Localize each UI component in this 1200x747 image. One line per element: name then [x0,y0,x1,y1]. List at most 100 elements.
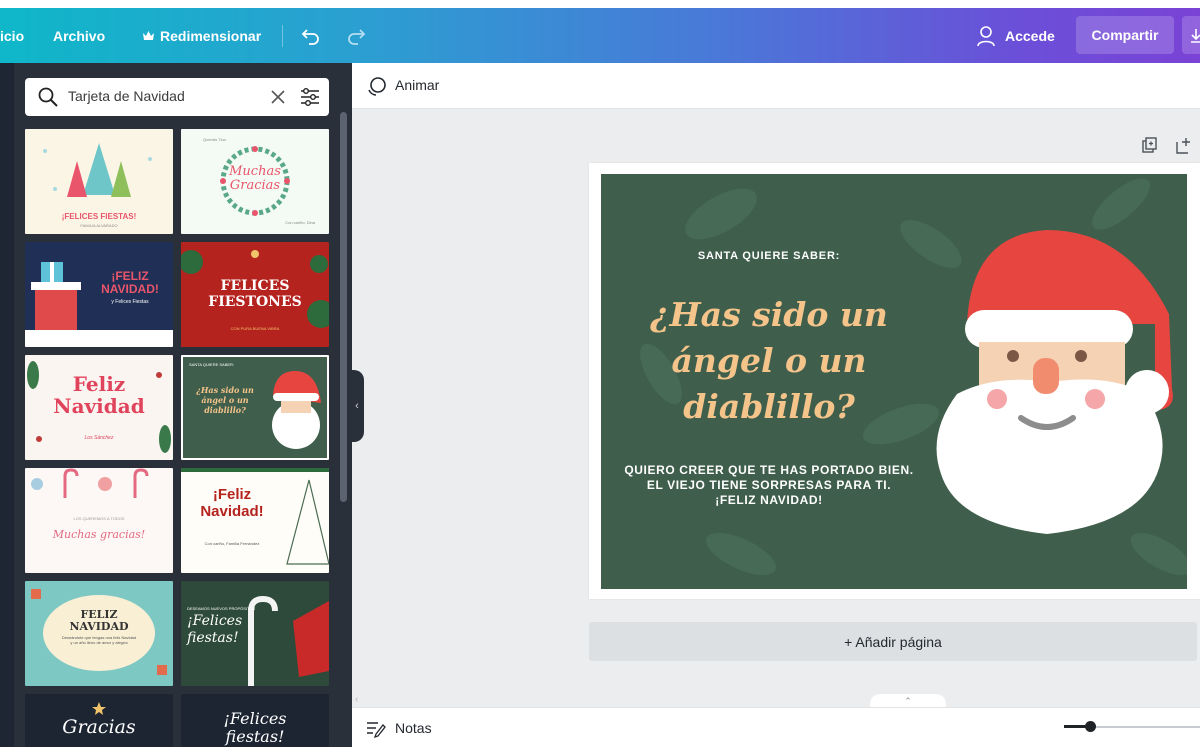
template-title: ¡Felices fiestas! [181,710,329,746]
template-bottom: Con cariño, Dina [285,220,315,225]
undo-icon [301,28,319,45]
resize-button[interactable]: Redimensionar [142,8,261,63]
card-body-line: ¡FELIZ NAVIDAD! [715,493,823,507]
card-title-line: ¿Has sido un [650,295,888,334]
animate-icon [368,77,386,96]
template-card[interactable]: ¡Felices fiestas! [181,694,329,747]
share-button[interactable]: Compartir [1076,16,1174,54]
template-title: ¡Feliz Navidad! [187,486,277,520]
template-card[interactable]: DESEAMOS NUEVOS PROPÓSITOS ¡Felices fies… [181,581,329,686]
zoom-slider-handle[interactable] [1085,721,1096,732]
signin-label: Accede [1005,27,1055,44]
redo-icon [348,28,366,45]
divider [282,25,283,47]
animate-label: Animar [395,77,440,93]
home-button[interactable]: icio [0,8,24,63]
template-title: Muchas Gracias [181,165,329,193]
filter-icon[interactable] [300,87,320,107]
card-title[interactable]: ¿Has sido un ángel o un diablillo? [601,292,937,430]
template-title-line: fiestas! [225,727,285,746]
redo-button[interactable] [345,8,367,63]
template-top: DESEAMOS NUEVOS PROPÓSITOS [187,606,256,611]
template-title-line: ¡Feliz [212,486,252,503]
template-title: Muchas gracias! [52,528,146,541]
notes-icon [367,722,386,738]
horizontal-scroll-left[interactable]: ‹ [355,694,358,705]
top-bar: icio Archivo Redimensionar Accede Compar… [0,8,1200,63]
template-title-line: FELICES [220,278,290,294]
template-subtitle: Los Sánchez [84,435,114,441]
notes-label: Notas [395,720,432,736]
santa-illustration[interactable] [927,224,1177,554]
template-card[interactable]: Querido Tiuo Muchas Gracias Con cariño, … [181,129,329,234]
template-title: ¡FELIZ NAVIDAD! [87,270,173,296]
chevron-up-icon: ⌃ [904,696,912,706]
card-subtitle[interactable]: SANTA QUIERE SABER: [601,250,937,262]
template-title-line: NAVIDAD [69,620,129,633]
template-title: FELIZ NAVIDAD [25,609,173,633]
template-card[interactable]: LOS QUEREMOS A TODOS Muchas gracias! [25,468,173,573]
card-body-line: EL VIEJO TIENE SORPRESAS PARA TI. [646,478,892,492]
collapse-panel-button[interactable]: ‹ [350,370,364,442]
crown-icon [143,30,154,40]
template-title-line: Muchas [229,164,281,179]
download-icon [1191,29,1200,43]
template-title: ¡FELICES FIESTAS! [61,212,137,221]
template-title-line: Gracias [229,178,281,193]
user-icon [977,25,995,46]
template-title: ¡Felices fiestas! [187,613,257,647]
template-card[interactable]: FELIZ NAVIDAD Deseándote que tengas una … [25,581,173,686]
undo-button[interactable] [300,8,322,63]
template-subtitle: y Felices Fiestas [111,299,149,305]
template-card[interactable]: Gracias [25,694,173,747]
add-page-button[interactable]: + Añadir página [589,622,1197,661]
template-top: LOS QUEREMOS A TODOS [73,516,125,521]
template-top: Querido Tiuo [203,137,226,142]
template-title-line: Navidad [53,394,145,418]
animate-button[interactable]: Animar [364,71,454,101]
template-subtitle: Deseándote que tengas una feliz Navidad … [61,635,137,645]
signin-button[interactable]: Accede [976,8,1055,63]
template-title-line: ¡Felices [187,613,243,629]
download-button[interactable] [1182,16,1200,54]
panel-scrollbar[interactable] [340,112,347,502]
page-panel-handle[interactable]: ⌃ [870,694,946,708]
search-value: Tarjeta de Navidad [68,88,185,104]
template-title-line: fiestas! [187,630,239,646]
file-menu-button[interactable]: Archivo [53,8,105,63]
template-card[interactable]: FELICES FIESTONES CON PURA BUENA VIBRA [181,242,329,347]
template-title-line: Navidad! [200,503,264,520]
notes-button[interactable]: Notas [364,712,454,744]
add-page-icon[interactable] [1175,137,1193,155]
template-subtitle: CON PURA BUENA VIBRA [230,326,280,331]
template-card-selected[interactable]: SANTA QUIERE SABER: ¿Has sido un ángel o… [181,355,329,460]
template-title-line: FIESTONES [208,294,302,310]
clear-icon[interactable] [270,89,286,105]
santa-thumbnail-illustration [272,371,321,449]
resize-label: Redimensionar [160,27,262,44]
duplicate-page-icon[interactable] [1141,137,1159,155]
template-subtitle: FAMILIA ALVARADO [80,223,118,228]
christmas-card-design[interactable]: SANTA QUIERE SABER: ¿Has sido un ángel o… [601,174,1187,589]
file-menu-label: Archivo [53,27,106,44]
template-title-line: Feliz [72,372,126,396]
template-card[interactable]: Feliz Navidad Los Sánchez [25,355,173,460]
template-card[interactable]: ¡FELIZ NAVIDAD! y Felices Fiestas [25,242,173,347]
oval-frame-illustration [31,589,167,675]
card-body-line: QUIERO CREER QUE TE HAS PORTADO BIEN. [624,463,914,477]
card-body[interactable]: QUIERO CREER QUE TE HAS PORTADO BIEN. EL… [601,463,937,508]
template-title-line: NAVIDAD! [101,282,159,296]
share-label: Compartir [1091,27,1159,43]
template-card[interactable]: ¡FELICES FIESTAS! FAMILIA ALVARADO [25,129,173,234]
side-rail [0,63,14,747]
template-card[interactable]: ¡Feliz Navidad! Con cariño, Familia Fern… [181,468,329,573]
search-icon [38,87,58,107]
edit-toolbar: Animar [352,63,1200,109]
card-title-line: diablillo? [683,387,855,426]
card-title-line: ángel o un [671,341,867,380]
template-title: FELICES FIESTONES [181,278,329,310]
template-title-line: ¡Felices [223,709,287,728]
template-title: Gracias [62,716,136,738]
template-subtitle: Con cariño, Familia Fernández [204,541,260,546]
template-title: Feliz Navidad [25,373,173,417]
